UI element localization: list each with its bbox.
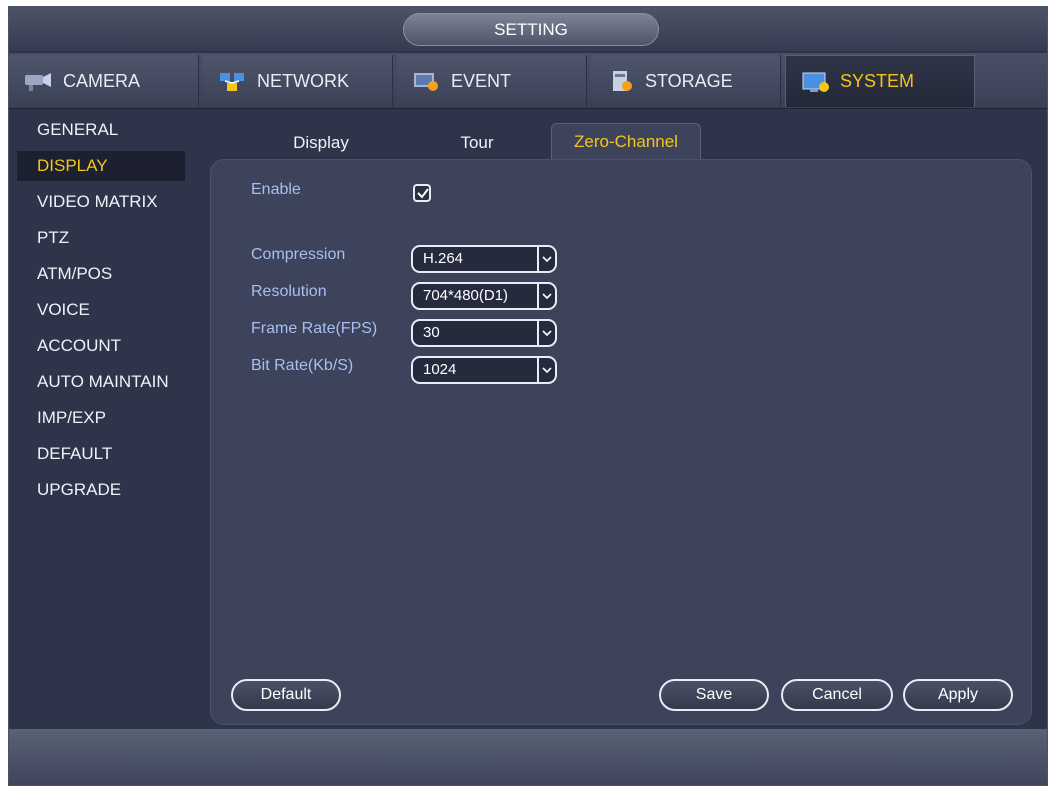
save-button[interactable]: Save — [659, 679, 769, 711]
chevron-down-icon — [537, 284, 555, 308]
sidebar-item-video-matrix[interactable]: VIDEO MATRIX — [27, 187, 195, 217]
bit-rate-value: 1024 — [423, 361, 457, 378]
resolution-value: 704*480(D1) — [423, 287, 509, 304]
sidebar-item-voice[interactable]: VOICE — [27, 295, 195, 325]
sidebar-item-default[interactable]: DEFAULT — [27, 439, 195, 469]
camera-icon — [23, 69, 55, 93]
tab-display[interactable]: Display — [271, 125, 371, 161]
tab-label: CAMERA — [63, 70, 141, 91]
bottom-bar — [9, 729, 1047, 785]
compression-label: Compression — [251, 246, 346, 263]
tab-network[interactable]: NETWORK — [203, 55, 393, 107]
sidebar-item-ptz[interactable]: PTZ — [27, 223, 195, 253]
resolution-label: Resolution — [251, 283, 327, 300]
apply-button[interactable]: Apply — [903, 679, 1013, 711]
system-icon — [800, 70, 832, 94]
tab-label: STORAGE — [645, 70, 733, 91]
tab-storage[interactable]: STORAGE — [591, 55, 781, 107]
content-panel — [210, 159, 1032, 725]
tab-tour[interactable]: Tour — [427, 125, 527, 161]
bit-rate-select[interactable]: 1024 — [411, 356, 557, 384]
default-button[interactable]: Default — [231, 679, 341, 711]
sidebar-item-general[interactable]: GENERAL — [27, 115, 195, 145]
compression-value: H.264 — [423, 250, 464, 267]
enable-label: Enable — [251, 181, 301, 198]
window-title: SETTING — [403, 13, 659, 46]
bit-rate-label: Bit Rate(Kb/S) — [251, 357, 354, 374]
chevron-down-icon — [537, 358, 555, 382]
sidebar-item-display[interactable]: DISPLAY — [17, 151, 185, 181]
tab-label: NETWORK — [257, 70, 349, 91]
tab-label: SYSTEM — [840, 71, 915, 91]
event-icon — [411, 69, 443, 93]
cancel-button[interactable]: Cancel — [781, 679, 893, 711]
sidebar-item-upgrade[interactable]: UPGRADE — [27, 475, 195, 505]
compression-select[interactable]: H.264 — [411, 245, 557, 273]
sidebar-item-imp-exp[interactable]: IMP/EXP — [27, 403, 195, 433]
frame-rate-value: 30 — [423, 324, 440, 341]
chevron-down-icon — [537, 247, 555, 271]
frame-rate-select[interactable]: 30 — [411, 319, 557, 347]
check-icon — [417, 188, 429, 199]
tab-camera[interactable]: CAMERA — [9, 55, 199, 107]
tab-event[interactable]: EVENT — [397, 55, 587, 107]
network-icon — [217, 69, 249, 93]
tab-zero-channel[interactable]: Zero-Channel — [551, 123, 701, 161]
sidebar-item-auto-maintain[interactable]: AUTO MAINTAIN — [27, 367, 195, 397]
setting-window: SETTING CAMERA NETWORK EVENT STORAGE SYS… — [8, 6, 1048, 786]
top-tab-bar: CAMERA NETWORK EVENT STORAGE SYSTEM — [9, 53, 1047, 109]
chevron-down-icon — [537, 321, 555, 345]
sidebar-item-account[interactable]: ACCOUNT — [27, 331, 195, 361]
enable-checkbox[interactable] — [413, 184, 431, 202]
tab-system[interactable]: SYSTEM — [785, 55, 975, 107]
sidebar: GENERAL DISPLAY VIDEO MATRIX PTZ ATM/POS… — [9, 111, 195, 721]
resolution-select[interactable]: 704*480(D1) — [411, 282, 557, 310]
tab-label: EVENT — [451, 70, 512, 91]
title-bar: SETTING — [9, 7, 1047, 51]
sidebar-item-atm-pos[interactable]: ATM/POS — [27, 259, 195, 289]
frame-rate-label: Frame Rate(FPS) — [251, 320, 378, 337]
storage-icon — [605, 69, 637, 93]
